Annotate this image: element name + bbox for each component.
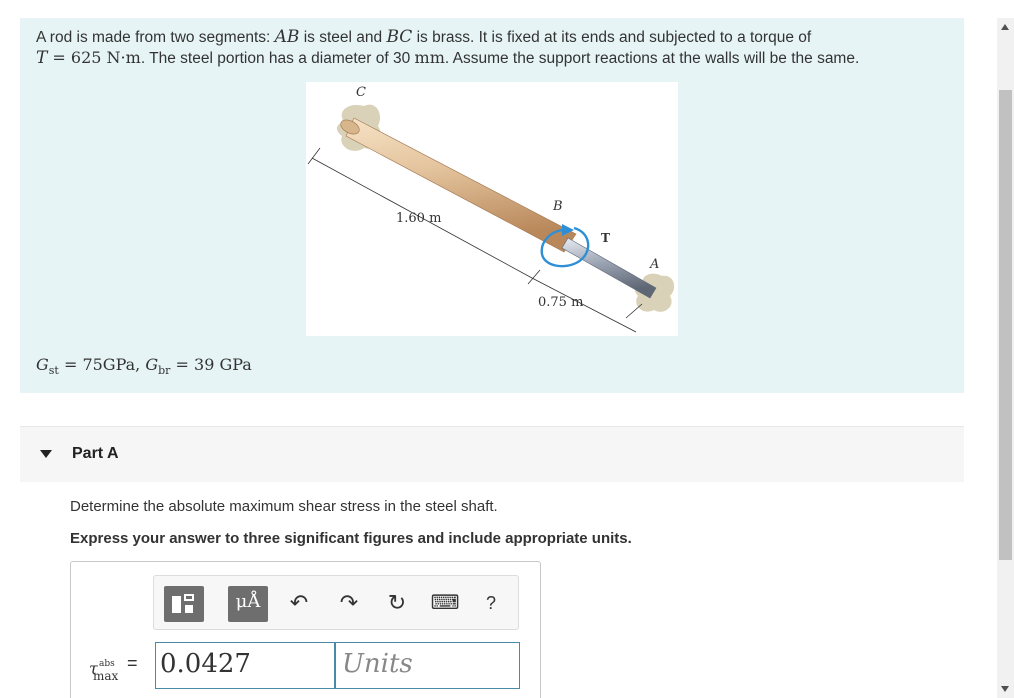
torque-value: = 625 N·m — [47, 48, 141, 67]
g-brass-symbol: G — [145, 355, 159, 374]
part-a-header[interactable]: Part A — [20, 426, 964, 482]
rod-figure: C B T A 1.60 m 0.75 m — [306, 82, 678, 336]
scroll-up-icon[interactable] — [1001, 24, 1009, 30]
label-length-bc: 1.60 m — [396, 211, 441, 226]
question-prompt: Determine the absolute maximum shear str… — [70, 498, 498, 515]
shear-moduli: Gst = 75GPa, Gbr = 39 GPa — [36, 355, 252, 377]
answer-panel: μÅ ↶ ↷ ↻ ⌨ ? τ abs max = 0.0427 Units — [70, 561, 541, 698]
g-steel-value: = 75GPa, — [58, 355, 146, 374]
g-brass-subscript: br — [158, 364, 171, 378]
g-brass-value: = 39 GPa — [170, 355, 252, 374]
answer-instruction: Express your answer to three significant… — [70, 530, 632, 547]
problem-text-part: . The steel portion has a diameter of 30 — [140, 50, 415, 67]
label-b: B — [552, 199, 563, 214]
rod-diagram: C B T A 1.60 m 0.75 m — [307, 85, 675, 333]
answer-units-input[interactable]: Units — [335, 642, 520, 689]
reset-icon[interactable]: ↻ — [382, 589, 412, 617]
problem-text-part: is steel and — [299, 29, 387, 46]
scroll-down-icon[interactable] — [1001, 686, 1009, 692]
tau-superscript: abs — [99, 659, 115, 669]
torque-symbol: T — [36, 48, 48, 68]
scroll-thumb[interactable] — [999, 90, 1012, 560]
label-t: T — [601, 231, 610, 245]
tau-subscript: max — [93, 669, 119, 683]
problem-text: A rod is made from two segments: AB is s… — [36, 27, 936, 69]
units-button[interactable]: μÅ — [228, 586, 268, 622]
g-steel-symbol: G — [36, 355, 49, 374]
problem-text-part: . Assume the support reactions at the wa… — [444, 50, 860, 67]
diameter-unit: mm — [414, 48, 445, 67]
help-icon[interactable]: ? — [476, 589, 506, 617]
answer-value-input[interactable]: 0.0427 — [155, 642, 335, 689]
templates-icon[interactable] — [164, 586, 204, 622]
problem-text-part: is brass. It is fixed at its ends and su… — [412, 29, 812, 46]
label-length-ab: 0.75 m — [538, 295, 583, 310]
keyboard-icon[interactable]: ⌨ — [430, 589, 460, 617]
label-a: A — [649, 257, 659, 272]
redo-icon[interactable]: ↷ — [334, 589, 364, 617]
g-steel-subscript: st — [48, 364, 59, 378]
problem-text-part: A rod is made from two segments: — [36, 29, 275, 46]
vertical-scrollbar[interactable] — [997, 18, 1014, 698]
math-toolbar: μÅ ↶ ↷ ↻ ⌨ ? — [153, 575, 519, 630]
steel-segment — [561, 237, 657, 299]
equals-sign: = — [127, 653, 138, 673]
segment-bc-label: BC — [386, 27, 413, 47]
undo-icon[interactable]: ↶ — [284, 589, 314, 617]
collapse-caret-icon[interactable] — [40, 450, 52, 458]
part-title: Part A — [72, 445, 119, 462]
label-c: C — [356, 85, 366, 100]
units-icon: μÅ — [235, 591, 261, 612]
segment-ab-label: AB — [274, 27, 300, 47]
brass-segment — [345, 117, 577, 253]
